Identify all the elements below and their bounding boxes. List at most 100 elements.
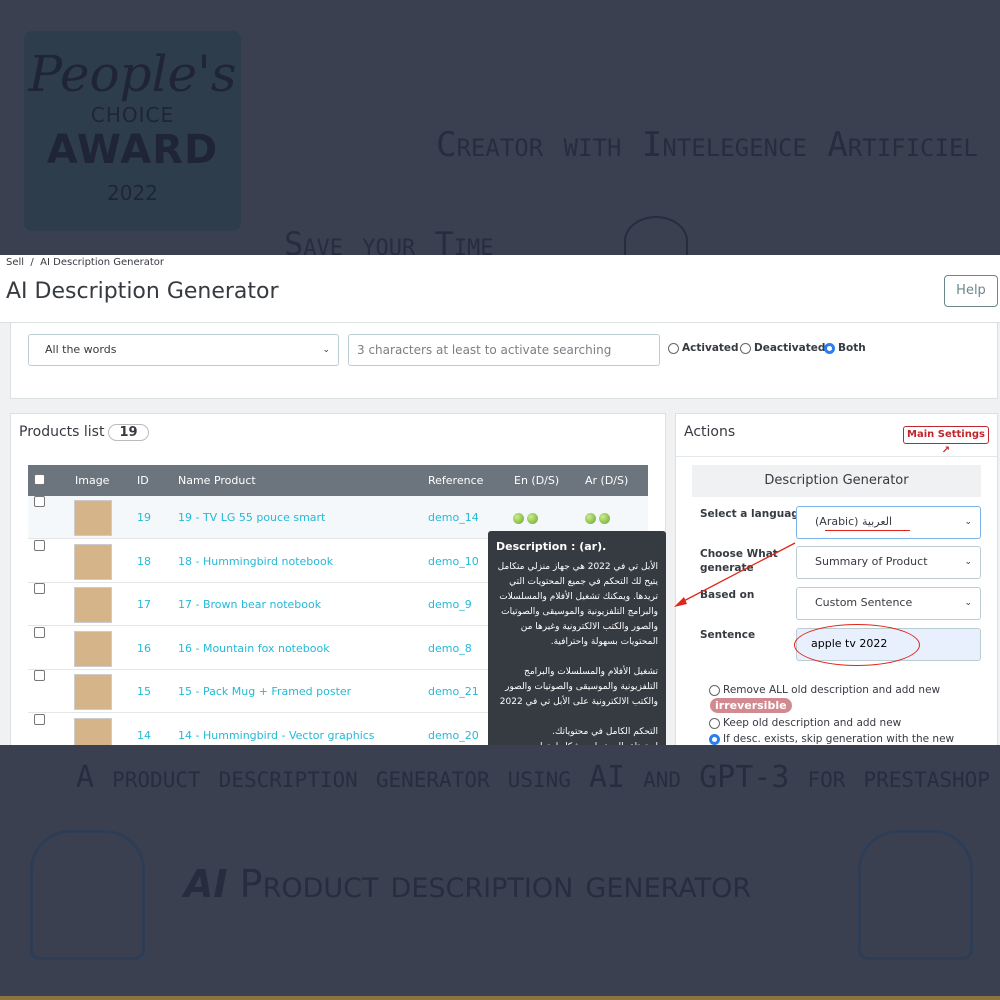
row-checkbox[interactable] (34, 670, 45, 681)
language-label: Select a language (700, 508, 806, 520)
product-name[interactable]: 14 - Hummingbird - Vector graphics (178, 714, 375, 746)
option-keep-old[interactable]: Keep old description and add new (709, 717, 901, 729)
product-id[interactable]: 15 (137, 670, 151, 713)
product-id[interactable]: 19 (137, 496, 151, 539)
option-skip-existing[interactable]: If desc. exists, skip generation with th… (709, 733, 954, 745)
logo-ai: AI (184, 862, 228, 906)
col-ar: Ar (D/S) (585, 474, 629, 487)
option-label: If desc. exists, skip generation with th… (723, 733, 955, 745)
radio-deactivated[interactable]: Deactivated (740, 342, 825, 354)
tooltip-body: الأبل تي في 2022 هي جهاز منزلي متكامل يت… (497, 562, 658, 745)
product-thumbnail (74, 630, 112, 667)
radio-circle[interactable] (709, 684, 720, 696)
main-settings-label: Main Settings (907, 429, 985, 440)
section-title: Description Generator (692, 465, 981, 497)
breadcrumb-sell[interactable]: Sell (6, 257, 24, 268)
divider (676, 456, 997, 457)
row-checkbox[interactable] (34, 583, 45, 594)
sentence-label: Sentence (700, 629, 756, 641)
status-dot-icon (599, 512, 610, 524)
product-reference[interactable]: demo_10 (428, 540, 479, 583)
help-button[interactable]: Help (944, 275, 998, 307)
product-reference[interactable]: demo_9 (428, 583, 472, 626)
product-reference[interactable]: demo_21 (428, 670, 479, 713)
match-value: All the words (45, 343, 117, 356)
description-tooltip: Description : (ar). الأبل تي في 2022 هي … (488, 531, 666, 745)
table-header: Image ID Name Product Reference En (D/S)… (28, 465, 648, 496)
search-input[interactable]: 3 characters at least to activate search… (348, 334, 660, 366)
radio-activated[interactable]: Activated (668, 342, 739, 354)
product-name[interactable]: 18 - Hummingbird notebook (178, 540, 333, 583)
product-id[interactable]: 17 (137, 583, 151, 626)
chevron-down-icon: ⌄ (964, 557, 972, 567)
main-settings-button[interactable]: Main Settings ↗ (903, 426, 989, 456)
language-select[interactable]: (Arabic) العربية ⌄ (796, 506, 981, 539)
radio-circle-checked[interactable] (709, 733, 720, 745)
radio-circle[interactable] (709, 717, 720, 729)
radio-label: Deactivated (754, 342, 826, 354)
peoples-choice-award-badge: People's CHOICE AWARD 2022 (24, 31, 241, 231)
chevron-down-icon: ⌄ (322, 345, 330, 355)
product-reference[interactable]: demo_20 (428, 714, 479, 746)
product-reference[interactable]: demo_14 (428, 496, 479, 539)
col-image: Image (75, 474, 110, 487)
row-checkbox[interactable] (34, 539, 45, 551)
search-placeholder: 3 characters at least to activate search… (357, 343, 612, 357)
tooltip-title: Description : (ar). (496, 540, 607, 553)
product-thumbnail (74, 543, 112, 580)
product-id[interactable]: 14 (137, 714, 151, 746)
headline-creator: Creator with Intelegence Artificiel (436, 125, 978, 165)
product-thumbnail (74, 717, 112, 745)
option-label: Remove ALL old description and add new (723, 684, 941, 696)
product-name[interactable]: 19 - TV LG 55 pouce smart (178, 496, 325, 539)
what-value: Summary of Product (815, 555, 928, 568)
match-select[interactable]: All the words ⌄ (28, 334, 339, 366)
logo-text: Product description generator (239, 862, 752, 906)
products-title-text: Products list (19, 424, 105, 440)
product-thumbnail (74, 674, 112, 710)
select-all-checkbox[interactable] (34, 474, 45, 485)
product-id[interactable]: 16 (137, 627, 151, 670)
col-reference[interactable]: Reference (428, 465, 483, 496)
award-year: 2022 (107, 181, 158, 205)
based-select[interactable]: Custom Sentence ⌄ (796, 587, 981, 620)
product-thumbnail (74, 587, 112, 623)
award-line1: People's (28, 45, 237, 103)
status-dot-icon (585, 512, 596, 524)
radio-both[interactable]: Both (824, 342, 866, 354)
annotation-underline (825, 530, 910, 531)
products-title: Products list 19 (19, 424, 149, 441)
radio-circle[interactable] (740, 342, 751, 354)
status-dot-icon (513, 512, 524, 524)
product-logo: AI Product description generator (184, 862, 751, 906)
radio-circle-checked[interactable] (824, 342, 835, 354)
product-reference[interactable]: demo_8 (428, 627, 472, 670)
award-line2: CHOICE (90, 103, 175, 127)
actions-title: Actions (684, 424, 736, 440)
col-name[interactable]: Name Product (178, 465, 256, 496)
product-name[interactable]: 17 - Brown bear notebook (178, 583, 321, 626)
page-header: Sell / AI Description Generator AI Descr… (0, 255, 1000, 323)
col-id[interactable]: ID (137, 465, 149, 496)
product-name[interactable]: 15 - Pack Mug + Framed poster (178, 670, 351, 713)
page-title: AI Description Generator (6, 279, 279, 304)
irreversible-badge: irreversible (710, 698, 792, 713)
product-thumbnail (74, 500, 112, 536)
language-value: (Arabic) العربية (815, 515, 893, 528)
option-label: Keep old description and add new (723, 717, 902, 729)
annotation-circle (794, 624, 920, 666)
what-select[interactable]: Summary of Product ⌄ (796, 546, 981, 579)
tagline: A product description generator using AI… (76, 760, 990, 795)
annotation-arrow (674, 542, 796, 607)
products-count-badge: 19 (108, 424, 149, 441)
row-checkbox[interactable] (34, 496, 45, 507)
row-checkbox[interactable] (34, 713, 45, 725)
product-id[interactable]: 18 (137, 540, 151, 583)
breadcrumb: Sell / AI Description Generator (6, 257, 164, 268)
option-remove-all[interactable]: Remove ALL old description and add new (709, 684, 940, 696)
product-name[interactable]: 16 - Mountain fox notebook (178, 627, 330, 670)
row-checkbox[interactable] (34, 626, 45, 638)
person-computer-illustration-right (858, 830, 973, 960)
breadcrumb-current: AI Description Generator (40, 257, 165, 268)
radio-circle[interactable] (668, 342, 679, 354)
